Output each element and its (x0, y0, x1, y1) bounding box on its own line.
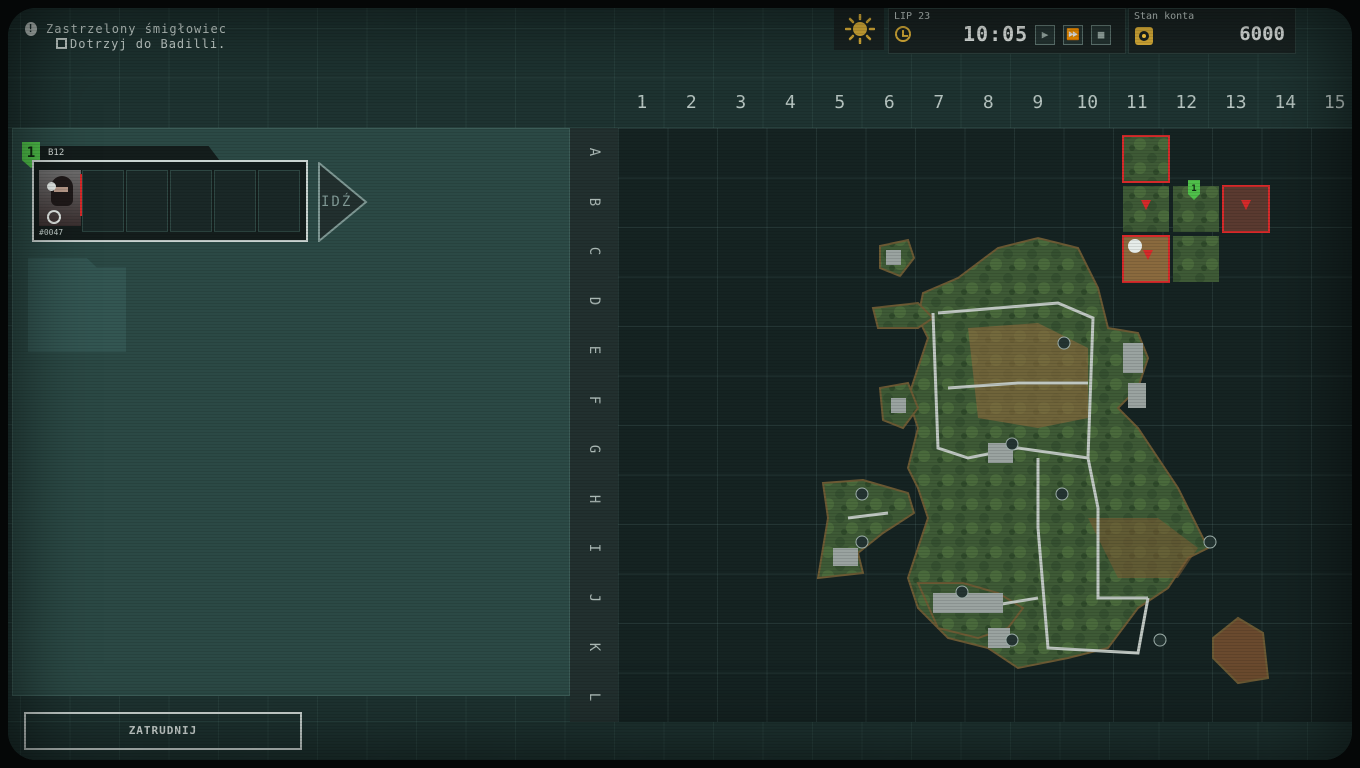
row-headers: A B C D E F G H I J K L (570, 128, 620, 722)
column-label: 12 (1175, 92, 1198, 113)
balance-value: 6000 (1239, 23, 1285, 45)
squad-marker-number: 1 (1191, 184, 1196, 194)
strategic-map[interactable]: 1 (618, 128, 1352, 722)
balance-label: Stan konta (1134, 11, 1195, 22)
row-label: C (586, 246, 602, 256)
empty-slot[interactable] (126, 170, 168, 232)
column-label: 7 (933, 92, 945, 113)
column-label: 13 (1224, 92, 1247, 113)
stop-button[interactable]: ■ (1091, 25, 1111, 45)
fast-forward-button[interactable]: ⏩ (1063, 25, 1083, 45)
column-label: 4 (784, 92, 796, 113)
empty-slot[interactable] (214, 170, 256, 232)
column-label: 10 (1076, 92, 1099, 113)
squad-card[interactable]: #0047 (32, 160, 308, 242)
coin-icon (1135, 27, 1153, 45)
moon-icon (47, 182, 56, 191)
row-label: L (586, 692, 602, 701)
balance-panel: Stan konta 6000 (1128, 8, 1296, 54)
objective-line: Dotrzyj do Badilli. (56, 37, 226, 52)
merc-id: #0047 (39, 228, 64, 237)
island-map[interactable]: 1 (618, 128, 1352, 722)
weather-indicator (834, 8, 884, 50)
row-label: I (586, 543, 602, 553)
column-label: 3 (735, 92, 747, 113)
empty-slot[interactable] (82, 170, 124, 232)
empty-squad-slot[interactable] (28, 258, 126, 352)
squad-location: B12 (48, 148, 65, 158)
alert-icon[interactable] (1128, 239, 1142, 253)
merc-eyes (54, 187, 68, 192)
row-label: E (586, 345, 602, 355)
column-label: 14 (1274, 92, 1297, 113)
go-button-label[interactable]: IDŹ (321, 194, 352, 210)
sun-icon (845, 14, 875, 44)
merc-slots (82, 170, 302, 232)
clock-icon (895, 26, 911, 42)
column-label: 11 (1125, 92, 1148, 113)
column-label: 1 (636, 92, 648, 113)
row-label: D (586, 296, 602, 305)
clock-icon (47, 210, 61, 224)
row-label: J (586, 593, 602, 602)
column-label: 15 (1323, 92, 1346, 113)
empty-slot[interactable] (258, 170, 300, 232)
play-button[interactable]: ▶ (1035, 25, 1055, 45)
game-screen: ! Zastrzelony śmigłowiec Dotrzyj do Badi… (8, 8, 1352, 760)
column-headers: 1 2 3 4 5 6 7 8 9 10 11 12 13 14 15 (617, 92, 1352, 122)
row-label: K (586, 642, 602, 652)
row-label: G (586, 444, 602, 454)
notification-title: Zastrzelony śmigłowiec (46, 22, 227, 36)
row-label: A (586, 147, 602, 157)
column-label: 9 (1032, 92, 1044, 113)
time-display: 10:05 (963, 22, 1029, 46)
row-label: F (586, 395, 602, 404)
column-label: 8 (982, 92, 994, 113)
islet-k13[interactable] (1212, 616, 1270, 685)
column-label: 6 (883, 92, 895, 113)
row-label: B (586, 197, 602, 206)
time-panel: LIP 23 10:05 ▶ ⏩ ■ (888, 8, 1126, 54)
objective-text: Dotrzyj do Badilli. (70, 37, 227, 51)
date-label: LIP 23 (894, 11, 931, 22)
hire-button[interactable]: ZATRUDNIJ (24, 712, 302, 750)
column-label: 5 (834, 92, 846, 113)
column-label: 2 (685, 92, 697, 113)
explored-sectors[interactable] (1123, 136, 1269, 282)
row-label: H (586, 494, 602, 503)
empty-slot[interactable] (170, 170, 212, 232)
merc-portrait[interactable] (39, 170, 81, 226)
alert-icon: ! (25, 22, 37, 36)
checkbox-icon (56, 38, 67, 49)
